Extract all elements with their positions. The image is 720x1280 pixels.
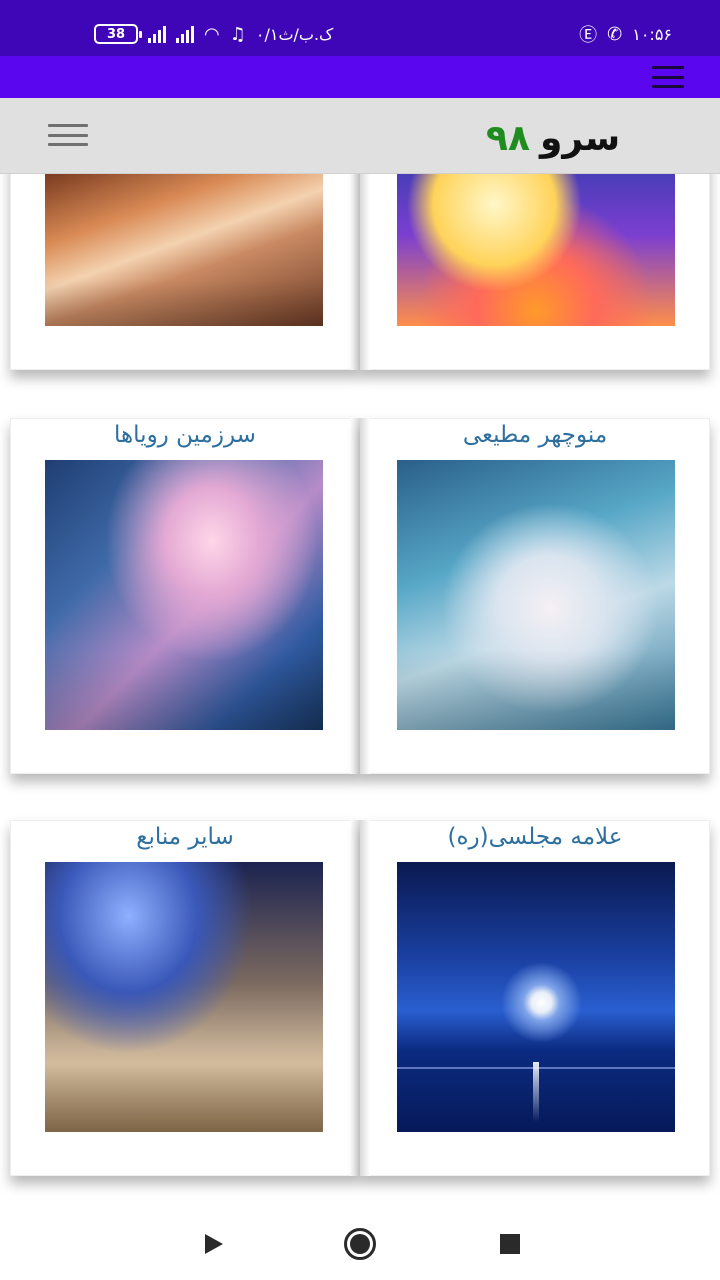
brand-number: ۹۸ bbox=[486, 117, 530, 159]
system-nav-bar bbox=[0, 1208, 720, 1280]
card-image bbox=[397, 174, 675, 326]
category-card[interactable]: منوچهر مطیعی bbox=[360, 418, 710, 774]
category-card[interactable]: سایر منابع bbox=[10, 820, 360, 1176]
recents-square-icon bbox=[500, 1234, 520, 1254]
status-right-group: Ⓔ ✆ ۱۰:۵۶ bbox=[579, 20, 672, 48]
site-header: سرو ۹۸ bbox=[0, 98, 720, 174]
card-image bbox=[397, 862, 675, 1132]
status-time: ۱۰:۵۶ bbox=[632, 24, 672, 44]
hamburger-menu-icon[interactable] bbox=[48, 124, 88, 146]
card-image bbox=[397, 460, 675, 730]
category-grid: سرزمین رویاها منوچهر مطیعی سایر منابع عل… bbox=[0, 174, 720, 1208]
app-e-icon: Ⓔ bbox=[579, 25, 598, 46]
status-left-group: 38 ◠ ♫ ۰/۱ک.ب/ث bbox=[94, 20, 333, 48]
status-carrier-text: ۰/۱ک.ب/ث bbox=[255, 24, 334, 44]
status-bar: 38 ◠ ♫ ۰/۱ک.ب/ث Ⓔ ✆ ۱۰:۵۶ bbox=[0, 0, 720, 56]
back-button[interactable] bbox=[174, 1208, 254, 1280]
missed-call-icon: ✆ bbox=[607, 23, 623, 45]
recents-button[interactable] bbox=[470, 1208, 550, 1280]
card-image bbox=[45, 460, 323, 730]
battery-level: 38 bbox=[106, 26, 126, 42]
card-title: منوچهر مطیعی bbox=[462, 422, 608, 448]
card-title: علامه مجلسی(ره) bbox=[447, 824, 623, 850]
signal-icon bbox=[148, 25, 166, 43]
home-circle-icon bbox=[344, 1228, 376, 1260]
card-image bbox=[45, 174, 323, 326]
brand-word: سرو bbox=[539, 117, 621, 159]
back-triangle-icon bbox=[205, 1234, 223, 1254]
category-card[interactable] bbox=[10, 174, 360, 370]
bell-off-icon: ♫ bbox=[229, 23, 246, 45]
card-title: سایر منابع bbox=[136, 824, 234, 850]
wifi-icon: ◠ bbox=[204, 23, 220, 45]
card-title: سرزمین رویاها bbox=[114, 422, 256, 448]
site-logo[interactable]: سرو ۹۸ bbox=[486, 116, 620, 160]
battery-icon: 38 bbox=[94, 24, 142, 44]
signal-icon-2 bbox=[176, 25, 194, 43]
category-card[interactable] bbox=[360, 174, 710, 370]
card-image bbox=[45, 862, 323, 1132]
home-button[interactable] bbox=[320, 1208, 400, 1280]
app-bar bbox=[0, 56, 720, 98]
category-card[interactable]: سرزمین رویاها bbox=[10, 418, 360, 774]
category-card[interactable]: علامه مجلسی(ره) bbox=[360, 820, 710, 1176]
menu-icon[interactable] bbox=[652, 66, 684, 88]
